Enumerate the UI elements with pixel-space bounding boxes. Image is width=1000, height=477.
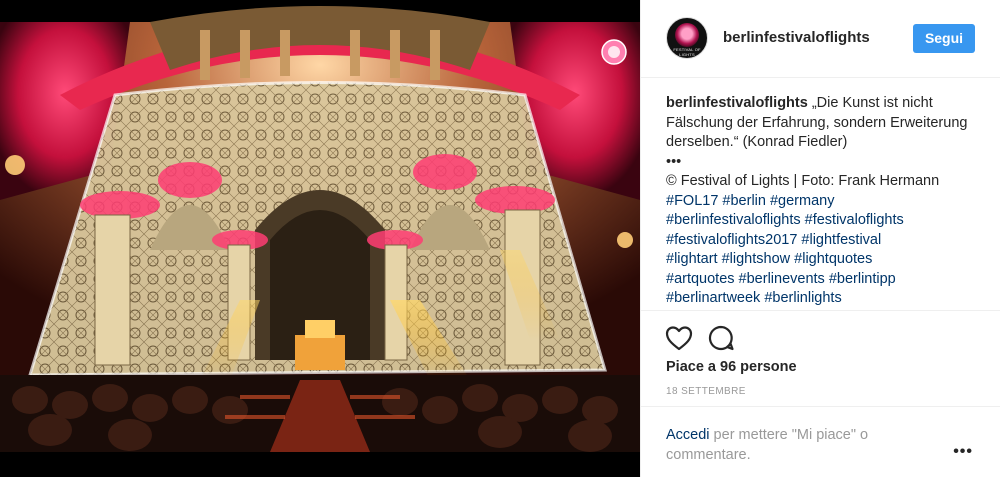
- post-caption: berlinfestivaloflights „Die Kunst ist ni…: [666, 94, 986, 306]
- hashtags-line-4[interactable]: #lightart #lightshow #lightquotes: [666, 251, 872, 267]
- likes-count[interactable]: Piace a 96 persone: [666, 359, 797, 375]
- festival-logo-icon: [601, 39, 627, 65]
- hashtags-line-3[interactable]: #festivaloflights2017 #lightfestival: [666, 232, 881, 248]
- hashtags-line-5[interactable]: #artquotes #berlinevents #berlintipp: [666, 271, 896, 287]
- hashtags-line-2[interactable]: #berlinfestivaloflights #festivaloflight…: [666, 212, 904, 228]
- heart-icon[interactable]: [665, 325, 693, 351]
- cathedral-light-projection-image: [0, 0, 640, 477]
- caption-username[interactable]: berlinfestivaloflights: [666, 95, 808, 111]
- post-header: FESTIVAL OF LIGHTS berlinfestivaloflight…: [641, 0, 1000, 78]
- caption-dots: •••: [666, 153, 682, 170]
- hashtags-line-6[interactable]: #berlinartweek #berlinlights: [666, 290, 842, 306]
- post-date: 18 SETTEMBRE: [666, 386, 746, 397]
- post-photo[interactable]: [0, 0, 640, 477]
- comment-icon[interactable]: [707, 324, 735, 352]
- comment-prompt-text: Accedi per mettere "Mi piace" o commenta…: [666, 425, 926, 465]
- more-options-icon[interactable]: •••: [953, 443, 973, 461]
- login-link[interactable]: Accedi: [666, 427, 710, 443]
- follow-button[interactable]: Segui: [913, 24, 975, 53]
- festival-logo-watermark: [600, 38, 628, 78]
- post-details-panel: FESTIVAL OF LIGHTS berlinfestivaloflight…: [640, 0, 1000, 477]
- header-username[interactable]: berlinfestivaloflights: [723, 29, 870, 46]
- avatar-logo-icon: [675, 23, 699, 47]
- hashtags-line-1[interactable]: #FOL17 #berlin #germany: [666, 193, 834, 209]
- caption-credit: © Festival of Lights | Foto: Frank Herma…: [666, 173, 940, 189]
- comment-prompt: Accedi per mettere "Mi piace" o commenta…: [641, 406, 1000, 477]
- avatar-text: FESTIVAL OF LIGHTS: [673, 47, 701, 57]
- instagram-post-view: FESTIVAL OF LIGHTS berlinfestivaloflight…: [0, 0, 1000, 477]
- avatar[interactable]: FESTIVAL OF LIGHTS: [666, 17, 708, 59]
